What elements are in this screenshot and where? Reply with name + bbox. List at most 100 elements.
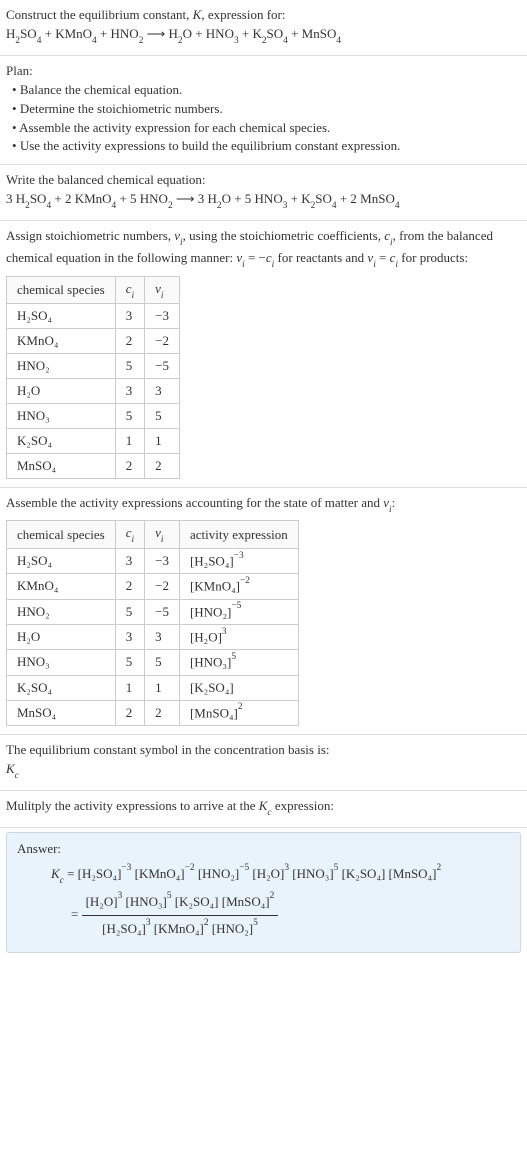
cell-vi: −5 [145,354,180,379]
cell-vi: 3 [145,624,180,649]
symbol-section: The equilibrium constant symbol in the c… [0,735,527,791]
kc-symbol: Kc [6,760,521,782]
table-row: HNO₂5−5[HNO₂]−5 [7,599,299,624]
unbalanced-equation: H2SO4 + KMnO4 + HNO2 ⟶ H2O + HNO3 + K2SO… [6,25,521,47]
multiply-section: Mulitply the activity expressions to arr… [0,791,527,828]
cell-ci: 3 [115,548,144,573]
th-species: chemical species [7,276,116,304]
cell-species: HNO₂ [7,599,116,624]
table-row: MnSO₄22[MnSO₄]2 [7,700,299,725]
kc-product-line: Kc = [H₂SO₄]−3 [KMnO₄]−2 [HNO₂]−5 [H₂O]3… [17,863,510,889]
cell-species: HNO₃ [7,650,116,675]
cell-ci: 3 [115,304,144,329]
stoich-section: Assign stoichiometric numbers, νi, using… [0,221,527,488]
table-row: HNO₂5−5 [7,354,180,379]
cell-ci: 5 [115,404,144,429]
balanced-section: Write the balanced chemical equation: 3 … [0,165,527,221]
assign-text: Assign stoichiometric numbers, νi, using… [6,227,521,271]
cell-activity: [MnSO₄]2 [179,700,298,725]
stoich-table: chemical species ci νi H₂SO₄3−3KMnO₄2−2H… [6,276,180,480]
th-species: chemical species [7,521,116,549]
plan-list: Balance the chemical equation. Determine… [6,81,521,156]
table-header-row: chemical species ci νi activity expressi… [7,521,299,549]
cell-activity: [H₂SO₄]−3 [179,548,298,573]
table-row: KMnO₄2−2 [7,329,180,354]
fraction-denominator: [H₂SO₄]3 [KMnO₄]2 [HNO₂]5 [82,916,279,940]
table-row: H₂SO₄3−3[H₂SO₄]−3 [7,548,299,573]
cell-species: K₂SO₄ [7,675,116,700]
table-row: H₂O33[H₂O]3 [7,624,299,649]
cell-species: HNO₂ [7,354,116,379]
fraction-numerator: [H₂O]3 [HNO₃]5 [K₂SO₄] [MnSO₄]2 [82,891,279,916]
th-vi: νi [145,521,180,549]
plan-item: Balance the chemical equation. [12,81,521,100]
cell-vi: 5 [145,404,180,429]
assemble-text: Assemble the activity expressions accoun… [6,494,521,516]
plan-item: Use the activity expressions to build th… [12,137,521,156]
plan-section: Plan: Balance the chemical equation. Det… [0,56,527,165]
th-vi: νi [145,276,180,304]
table-row: K₂SO₄11 [7,429,180,454]
activity-table: chemical species ci νi activity expressi… [6,520,299,726]
cell-vi: −5 [145,599,180,624]
cell-species: H₂O [7,379,116,404]
kc-fraction-line: = [H₂O]3 [HNO₃]5 [K₂SO₄] [MnSO₄]2 [H₂SO₄… [17,891,510,940]
cell-species: H₂O [7,624,116,649]
kc-fraction: [H₂O]3 [HNO₃]5 [K₂SO₄] [MnSO₄]2 [H₂SO₄]3… [82,891,279,940]
cell-vi: 5 [145,650,180,675]
prompt-section: Construct the equilibrium constant, K, e… [0,0,527,56]
cell-vi: −3 [145,548,180,573]
cell-ci: 1 [115,429,144,454]
balanced-heading: Write the balanced chemical equation: [6,171,521,190]
th-ci: ci [115,521,144,549]
cell-vi: 2 [145,700,180,725]
cell-species: KMnO₄ [7,574,116,599]
cell-ci: 5 [115,599,144,624]
plan-item: Assemble the activity expression for eac… [12,119,521,138]
cell-vi: 1 [145,675,180,700]
cell-ci: 3 [115,624,144,649]
cell-ci: 2 [115,574,144,599]
cell-ci: 5 [115,650,144,675]
cell-species: H₂SO₄ [7,548,116,573]
answer-label: Answer: [17,841,510,857]
table-row: MnSO₄22 [7,454,180,479]
cell-vi: −3 [145,304,180,329]
cell-activity: [H₂O]3 [179,624,298,649]
cell-species: KMnO₄ [7,329,116,354]
multiply-text: Mulitply the activity expressions to arr… [6,797,521,819]
activity-section: Assemble the activity expressions accoun… [0,488,527,735]
balanced-equation: 3 H2SO4 + 2 KMnO4 + 5 HNO2 ⟶ 3 H2O + 5 H… [6,190,521,212]
table-row: H₂SO₄3−3 [7,304,180,329]
prompt-line1: Construct the equilibrium constant, K, e… [6,6,521,25]
cell-vi: −2 [145,329,180,354]
table-row: HNO₃55 [7,404,180,429]
cell-species: K₂SO₄ [7,429,116,454]
cell-species: H₂SO₄ [7,304,116,329]
cell-ci: 2 [115,700,144,725]
cell-activity: [KMnO₄]−2 [179,574,298,599]
cell-species: HNO₃ [7,404,116,429]
table-row: H₂O33 [7,379,180,404]
cell-ci: 5 [115,354,144,379]
table-row: K₂SO₄11[K₂SO₄] [7,675,299,700]
plan-item: Determine the stoichiometric numbers. [12,100,521,119]
cell-ci: 2 [115,329,144,354]
cell-ci: 1 [115,675,144,700]
th-ci: ci [115,276,144,304]
th-activity: activity expression [179,521,298,549]
table-header-row: chemical species ci νi [7,276,180,304]
cell-activity: [K₂SO₄] [179,675,298,700]
cell-ci: 3 [115,379,144,404]
cell-vi: 3 [145,379,180,404]
cell-vi: −2 [145,574,180,599]
cell-activity: [HNO₂]−5 [179,599,298,624]
symbol-text: The equilibrium constant symbol in the c… [6,741,521,760]
table-row: HNO₃55[HNO₃]5 [7,650,299,675]
cell-species: MnSO₄ [7,700,116,725]
cell-vi: 2 [145,454,180,479]
cell-species: MnSO₄ [7,454,116,479]
cell-activity: [HNO₃]5 [179,650,298,675]
table-row: KMnO₄2−2[KMnO₄]−2 [7,574,299,599]
answer-box: Answer: Kc = [H₂SO₄]−3 [KMnO₄]−2 [HNO₂]−… [6,832,521,953]
